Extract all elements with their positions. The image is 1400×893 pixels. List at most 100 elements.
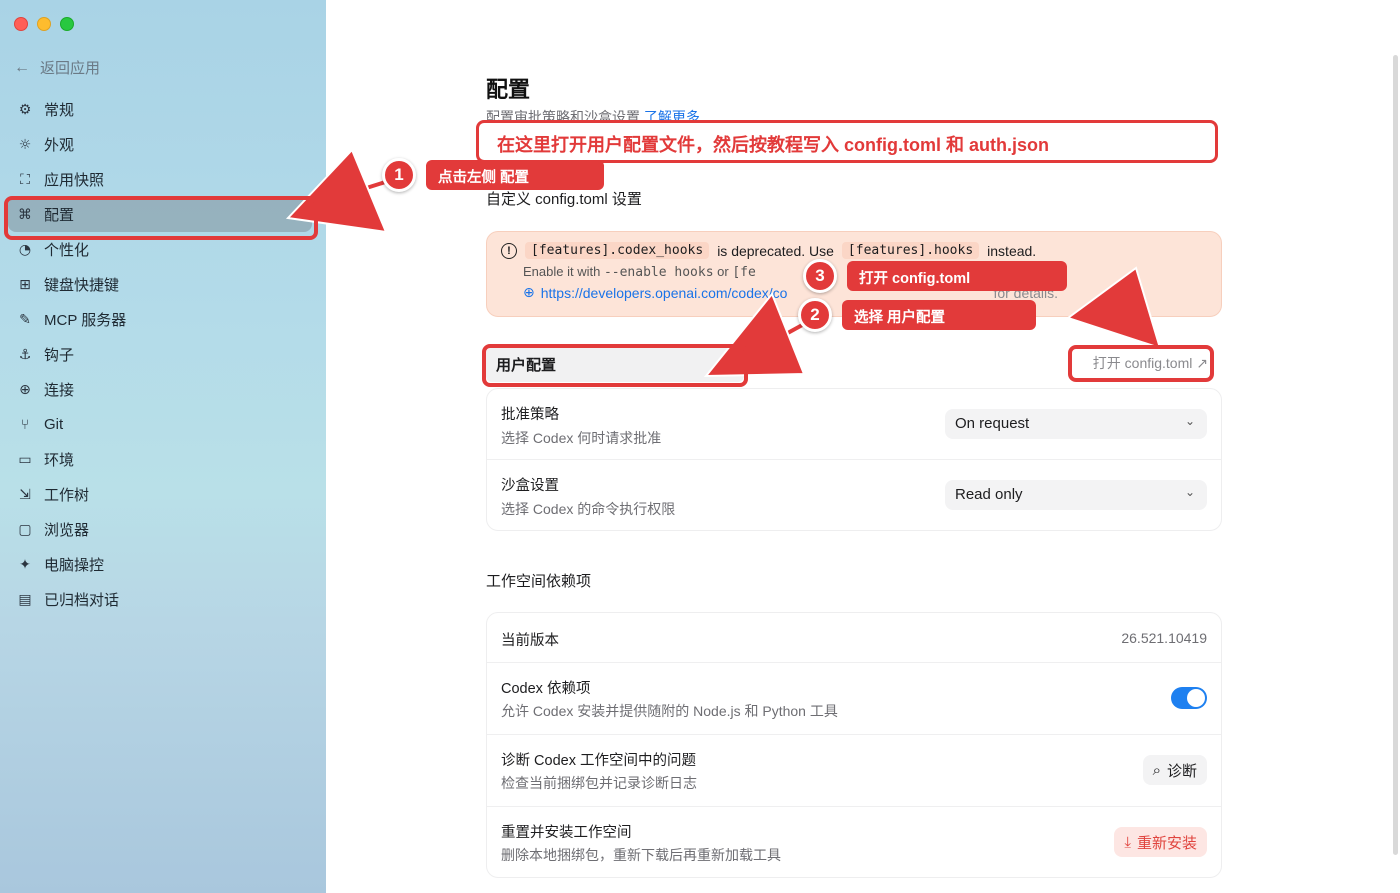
workspace-deps-heading: 工作空间依赖项 [486,573,592,590]
sidebar-item-4[interactable]: ◔ 个性化 [8,232,312,267]
codex-deps-row: Codex 依赖项 允许 Codex 安装并提供随附的 Node.js 和 Py… [487,663,1221,735]
docs-link-tail: for details. [993,284,1059,301]
sandbox-value: Read only [955,486,1023,503]
deps-toggle[interactable] [1171,687,1207,709]
sandbox-select[interactable]: Read only ⌄ [945,480,1207,510]
workspace-card: 当前版本 26.521.10419 Codex 依赖项 允许 Codex 安装并… [486,612,1222,878]
sidebar-item-label: MCP 服务器 [44,312,127,329]
sidebar-item-label: 应用快照 [44,172,105,189]
sidebar-item-icon: ⊕ [19,381,31,398]
sidebar-item-icon: ☼ [18,136,32,153]
sidebar-item-3[interactable]: ⌘ 配置 [8,197,312,232]
sidebar-nav: ⚙ 常规 ☼ 外观 ⛶ 应用快照 ⌘ 配置 ◔ 个性化 ⊞ 键盘快捷键 ✎ MCP 服务器 ⚓ 钩子 ⊕ 连接 ⑂ G… [8,92,312,617]
sidebar-item-9[interactable]: ⑂ Git [8,407,312,442]
sidebar-item-icon: ⑂ [20,416,30,433]
sidebar-item-label: 键盘快捷键 [44,277,120,294]
approval-policy-select[interactable]: On request ⌄ [945,409,1207,439]
sidebar-item-8[interactable]: ⊕ 连接 [8,372,312,407]
sidebar-item-label: 工作树 [44,487,90,504]
sidebar-item-0[interactable]: ⚙ 常规 [8,92,312,127]
sidebar-item-5[interactable]: ⊞ 键盘快捷键 [8,267,312,302]
page-title: 配置 [486,77,531,102]
version-value: 26.521.10419 [1121,630,1207,646]
sidebar-item-7[interactable]: ⚓ 钩子 [8,337,312,372]
sidebar-item-12[interactable]: ▢ 浏览器 [8,512,312,547]
page-subtitle: 配置审批策略和沙盒设置 了解更多 [486,107,700,127]
tab-user-config[interactable]: 用户配置 [486,346,744,382]
warning-line2-mid: or [717,264,729,279]
sidebar-item-icon: ⚓ [18,346,32,363]
close-window-button[interactable] [14,17,28,31]
reinstall-button[interactable]: ⤓ 重新安装 [1114,827,1207,857]
sidebar-item-icon: ⌘ [18,206,32,223]
sandbox-title: 沙盒设置 [501,478,559,494]
sidebar-item-label: 外观 [44,137,75,154]
sidebar-item-icon: ✦ [19,556,31,573]
sidebar-item-label: 个性化 [44,242,90,259]
window-controls [14,17,74,31]
zoom-window-button[interactable] [60,17,74,31]
approval-value: On request [955,415,1030,432]
chevron-down-icon: ⌄ [1184,414,1195,428]
reinstall-title: 重置并安装工作空间 [501,825,632,841]
sidebar-item-icon: ⚙ [18,101,32,118]
config-scope-row: 用户配置 打开 config.toml ↗ [486,344,1222,384]
minimize-window-button[interactable] [37,17,51,31]
warning-icon: ! [501,242,517,259]
open-config-toml-link[interactable]: 打开 config.toml ↗ [1093,353,1208,373]
policy-card: 批准策略 选择 Codex 何时请求批准 On request ⌄ 沙盒设置 选… [486,388,1222,531]
sidebar-item-label: 连接 [44,382,75,399]
diagnose-button[interactable]: ⌕ 诊断 [1142,755,1207,785]
docs-link[interactable]: https://developers.openai.com/codex/co [541,285,788,301]
sidebar-item-label: 环境 [44,452,75,469]
sidebar-item-6[interactable]: ✎ MCP 服务器 [8,302,312,337]
sidebar-item-label: Git [44,416,64,433]
sidebar-item-13[interactable]: ✦ 电脑操控 [8,547,312,582]
reinstall-button-label: 重新安装 [1136,834,1197,852]
back-label: 返回应用 [40,60,101,77]
warning-code-1: [features].codex_hooks [525,242,710,259]
warning-text-2: instead. [987,242,1037,259]
sidebar-item-label: 常规 [44,102,75,119]
warning-line2-prefix: Enable it with [523,264,601,279]
download-icon: ⤓ [1124,833,1131,851]
sidebar-item-2[interactable]: ⛶ 应用快照 [8,162,312,197]
sidebar-item-icon: ⛶ [20,171,30,188]
sidebar-item-10[interactable]: ▭ 环境 [8,442,312,477]
sidebar-item-1[interactable]: ☼ 外观 [8,127,312,162]
sandbox-desc: 选择 Codex 的命令执行权限 [501,501,676,517]
sidebar-item-icon: ▤ [18,591,32,608]
sidebar-item-icon: ▢ [18,521,32,538]
warning-line2-code: --enable hooks [603,265,714,280]
scrollbar[interactable] [1393,55,1398,855]
sidebar-item-14[interactable]: ▤ 已归档对话 [8,582,312,617]
learn-more-link[interactable]: 了解更多 [644,109,700,125]
warning-line2-code2: [fe [732,265,756,280]
globe-icon: ⊕ [523,284,535,300]
sidebar-item-icon: ⇲ [19,486,31,503]
sidebar-item-icon: ⊞ [19,276,31,293]
sandbox-row: 沙盒设置 选择 Codex 的命令执行权限 Read only ⌄ [487,460,1221,532]
warning-code-2: [features].hooks [841,242,980,259]
diagnose-row: 诊断 Codex 工作空间中的问题 检查当前捆绑包并记录诊断日志 ⌕ 诊断 [487,735,1221,807]
diagnose-desc: 检查当前捆绑包并记录诊断日志 [501,775,697,791]
deprecation-warning: ! [features].codex_hooks is deprecated. … [486,231,1222,317]
version-title: 当前版本 [501,633,559,649]
sidebar: ← 返回应用 ⚙ 常规 ☼ 外观 ⛶ 应用快照 ⌘ 配置 ◔ 个性化 ⊞ 键盘快捷键 ✎ MCP 服务器 ⚓… [0,0,326,893]
warning-text-1: is deprecated. Use [717,242,834,259]
sidebar-item-label: 电脑操控 [44,557,105,574]
back-to-app-button[interactable]: ← 返回应用 [14,57,100,78]
sidebar-item-11[interactable]: ⇲ 工作树 [8,477,312,512]
approval-desc: 选择 Codex 何时请求批准 [501,430,662,446]
deps-desc: 允许 Codex 安装并提供随附的 Node.js 和 Python 工具 [501,703,838,719]
sidebar-item-icon: ▭ [18,451,32,468]
reinstall-desc: 删除本地捆绑包，重新下载后再重新加载工具 [501,847,781,863]
custom-config-heading: 自定义 config.toml 设置 [486,191,642,208]
sidebar-item-label: 已归档对话 [44,592,120,609]
sidebar-item-label: 钩子 [44,347,75,364]
arrow-left-icon: ← [14,58,30,76]
diagnose-title: 诊断 Codex 工作空间中的问题 [501,753,696,769]
page-subtitle-text: 配置审批策略和沙盒设置 [486,109,640,125]
approval-title: 批准策略 [501,407,559,423]
sidebar-item-label: 浏览器 [44,522,90,539]
